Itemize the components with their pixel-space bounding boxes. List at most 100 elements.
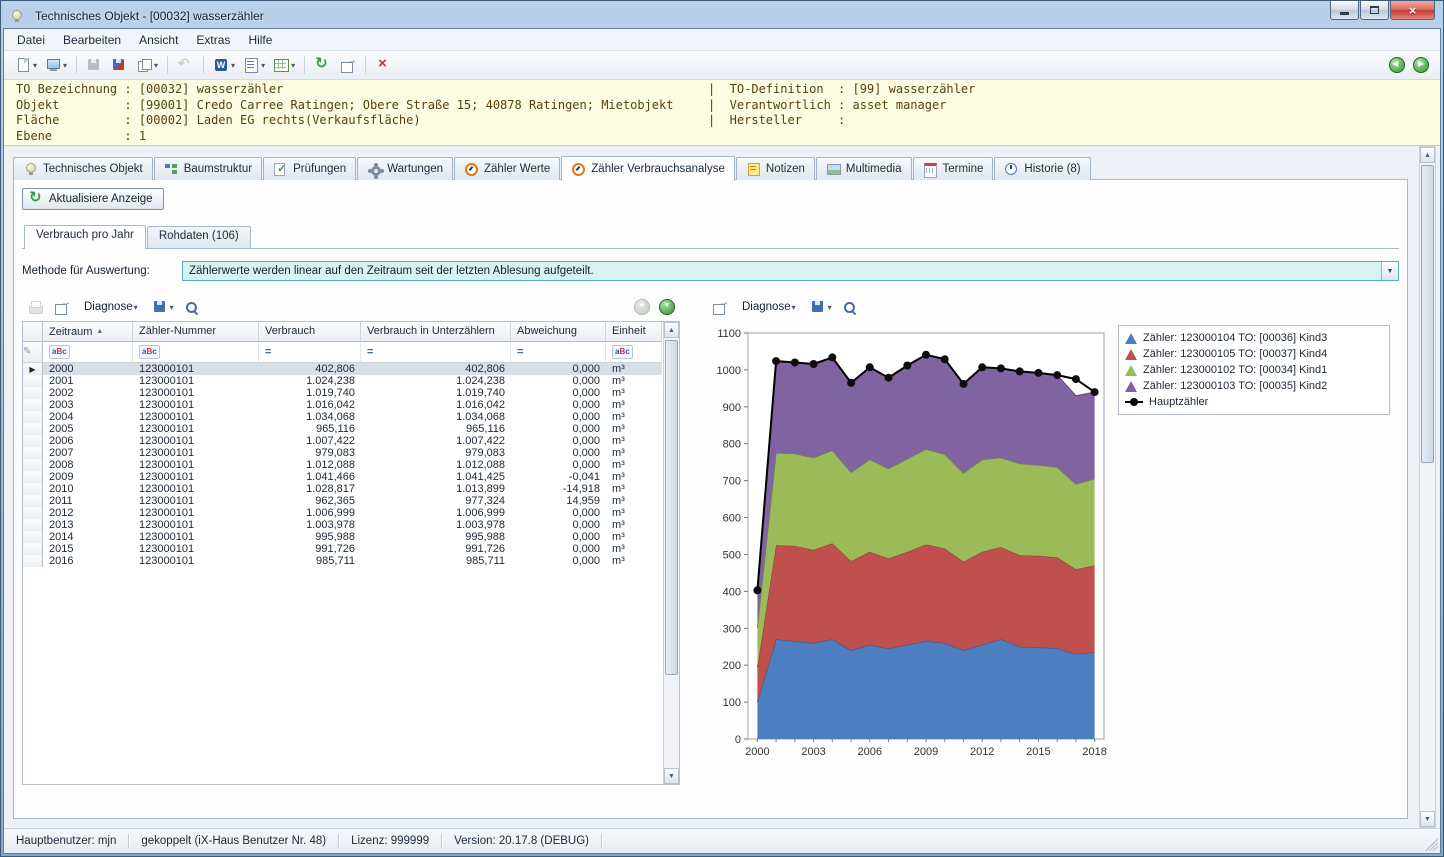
table-cell[interactable]: 123000101 (133, 531, 259, 543)
menu-extras[interactable]: Extras (187, 31, 239, 49)
table-cell[interactable]: 1.028,817 (259, 483, 361, 495)
table-cell[interactable]: m³ (606, 543, 662, 555)
window-scrollbar-thumb[interactable] (1421, 165, 1434, 464)
subtab-rohdaten-106-[interactable]: Rohdaten (106) (146, 226, 251, 248)
table-cell[interactable]: 2005 (43, 423, 133, 435)
table-cell[interactable]: m³ (606, 507, 662, 519)
table-cell[interactable]: m³ (606, 447, 662, 459)
table-scrollbar-thumb[interactable] (665, 340, 678, 676)
table-cell[interactable]: 1.034,068 (361, 411, 511, 423)
table-button[interactable]: ▾ (270, 54, 298, 76)
x-button[interactable] (372, 54, 395, 76)
tab-z-hler-werte[interactable]: Zähler Werte (454, 157, 561, 180)
word-button[interactable]: ▾ (210, 54, 238, 76)
table-cell[interactable]: 962,365 (259, 495, 361, 507)
nav-down-button[interactable] (656, 296, 678, 318)
table-row[interactable]: 2015 123000101 991,726 991,726 0,000 m³ (23, 543, 663, 555)
search-button[interactable] (838, 296, 861, 318)
nav-prev-button[interactable] (1386, 54, 1408, 76)
scroll-down-icon[interactable]: ▼ (664, 768, 679, 784)
table-cell[interactable]: 965,116 (259, 423, 361, 435)
table-row[interactable]: 2014 123000101 995,988 995,988 0,000 m³ (23, 531, 663, 543)
table-cell[interactable]: m³ (606, 471, 662, 483)
table-scrollbar[interactable]: ▲ ▼ (663, 322, 679, 784)
table-cell[interactable]: 123000101 (133, 399, 259, 411)
tab-pr-fungen[interactable]: Prüfungen (263, 157, 357, 180)
floppy-button[interactable]: ▾ (807, 296, 835, 318)
table-cell[interactable]: 1.041,466 (259, 471, 361, 483)
floppy-button[interactable]: ▾ (149, 296, 177, 318)
table-cell[interactable]: 1.006,999 (259, 507, 361, 519)
monitor-button[interactable]: ▾ (42, 54, 70, 76)
table-cell[interactable]: 0,000 (511, 363, 606, 375)
table-cell[interactable]: 0,000 (511, 435, 606, 447)
table-cell[interactable]: 1.003,978 (361, 519, 511, 531)
table-row[interactable]: 2008 123000101 1.012,088 1.012,088 0,000 m³ (23, 459, 663, 471)
menu-bearbeiten[interactable]: Bearbeiten (54, 31, 130, 49)
table-cell[interactable]: m³ (606, 399, 662, 411)
table-cell[interactable]: 1.019,740 (259, 387, 361, 399)
export-button[interactable] (336, 54, 359, 76)
table-cell[interactable]: m³ (606, 411, 662, 423)
table-cell[interactable]: 123000101 (133, 483, 259, 495)
table-row[interactable]: 2016 123000101 985,711 985,711 0,000 m³ (23, 555, 663, 567)
page-button[interactable]: ▾ (12, 54, 40, 76)
table-cell[interactable]: -14,918 (511, 483, 606, 495)
column-header-zeitraum[interactable]: Zeitraum ▲ (43, 322, 133, 342)
table-cell[interactable]: 965,116 (361, 423, 511, 435)
window-scrollbar[interactable]: ▲ ▼ (1419, 146, 1436, 828)
report-button[interactable]: ▾ (240, 54, 268, 76)
tab-historie-8-[interactable]: Historie (8) (994, 157, 1091, 180)
table-row[interactable]: 2006 123000101 1.007,422 1.007,422 0,000 m³ (23, 435, 663, 447)
table-cell[interactable]: 0,000 (511, 375, 606, 387)
table-cell[interactable]: m³ (606, 531, 662, 543)
tab-baumstruktur[interactable]: Baumstruktur (153, 157, 263, 180)
menu-hilfe[interactable]: Hilfe (239, 31, 281, 49)
filter-cell[interactable]: = (259, 342, 361, 363)
maximize-button[interactable] (1360, 1, 1389, 20)
scroll-up-icon[interactable]: ▲ (664, 322, 679, 338)
copy-button[interactable]: ▾ (133, 54, 161, 76)
table-cell[interactable]: 2011 (43, 495, 133, 507)
table-cell[interactable]: -0,041 (511, 471, 606, 483)
filter-cell[interactable]: = (511, 342, 606, 363)
refresh-button[interactable] (311, 54, 334, 76)
table-cell[interactable]: 2009 (43, 471, 133, 483)
table-cell[interactable]: m³ (606, 423, 662, 435)
table-cell[interactable]: 1.041,425 (361, 471, 511, 483)
menu-ansicht[interactable]: Ansicht (130, 31, 187, 49)
table-cell[interactable]: 1.019,740 (361, 387, 511, 399)
column-header-z-hler-nummer[interactable]: Zähler-Nummer (133, 322, 259, 342)
table-cell[interactable]: 402,806 (361, 363, 511, 375)
column-header-abweichung[interactable]: Abweichung (511, 322, 606, 342)
table-cell[interactable]: m³ (606, 555, 662, 567)
table-cell[interactable]: 123000101 (133, 447, 259, 459)
table-cell[interactable]: 123000101 (133, 519, 259, 531)
table-cell[interactable]: m³ (606, 483, 662, 495)
table-cell[interactable]: 0,000 (511, 531, 606, 543)
table-cell[interactable]: 123000101 (133, 459, 259, 471)
table-row[interactable]: 2013 123000101 1.003,978 1.003,978 0,000 m³ (23, 519, 663, 531)
table-cell[interactable]: m³ (606, 375, 662, 387)
tab-z-hler-verbrauchsanalyse[interactable]: Zähler Verbrauchsanalyse (561, 156, 735, 181)
table-cell[interactable]: 1.024,238 (259, 375, 361, 387)
table-cell[interactable]: m³ (606, 495, 662, 507)
table-scrollbar-track[interactable] (664, 338, 679, 768)
tab-multimedia[interactable]: Multimedia (815, 157, 912, 180)
table-cell[interactable]: 1.016,042 (361, 399, 511, 411)
table-cell[interactable]: m³ (606, 363, 662, 375)
table-cell[interactable]: 977,324 (361, 495, 511, 507)
table-cell[interactable]: 2013 (43, 519, 133, 531)
table-row[interactable]: 2005 123000101 965,116 965,116 0,000 m³ (23, 423, 663, 435)
table-cell[interactable]: m³ (606, 459, 662, 471)
window-scrollbar-track[interactable] (1420, 163, 1435, 811)
export-button[interactable] (50, 296, 73, 318)
table-cell[interactable]: 0,000 (511, 555, 606, 567)
table-cell[interactable]: 0,000 (511, 507, 606, 519)
table-cell[interactable]: 123000101 (133, 435, 259, 447)
method-combobox-value[interactable]: Zählerwerte werden linear auf den Zeitra… (183, 265, 1381, 277)
table-cell[interactable]: 123000101 (133, 471, 259, 483)
search-button[interactable] (180, 296, 203, 318)
table-cell[interactable]: 123000101 (133, 555, 259, 567)
table-cell[interactable]: 123000101 (133, 387, 259, 399)
